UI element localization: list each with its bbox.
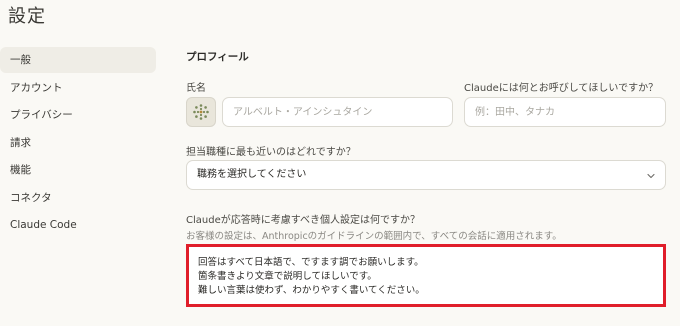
preferences-line: 難しい言葉は使わず、わかりやすく書いてください。 (198, 285, 425, 296)
sidebar-item-features[interactable]: 機能 (0, 157, 156, 183)
sidebar-item-account[interactable]: アカウント (0, 75, 156, 101)
nickname-input[interactable] (464, 97, 666, 127)
flower-avatar-icon (193, 104, 209, 120)
preferences-textarea[interactable]: 回答はすべて日本語で、ですます調でお願いします。 箇条書きより文章で説明してほし… (186, 244, 666, 307)
role-select-value: 職務を選択してください (197, 169, 307, 180)
preferences-label: Claudeが応答時に考慮すべき個人設定は何ですか？ (186, 215, 421, 226)
sidebar-item-general[interactable]: 一般 (0, 47, 156, 73)
full-name-input[interactable] (222, 97, 453, 127)
page-title: 設定 (8, 6, 46, 27)
chevron-down-icon (647, 173, 655, 179)
preferences-line: 箇条書きより文章で説明してほしいです。 (198, 271, 377, 282)
sidebar-item-connectors[interactable]: コネクタ (0, 185, 156, 211)
sidebar-item-billing[interactable]: 請求 (0, 130, 156, 156)
nickname-label: Claudeには何とお呼びしてほしいですか？ (464, 83, 659, 94)
preferences-line: 回答はすべて日本語で、ですます調でお願いします。 (198, 257, 424, 268)
sidebar-item-privacy[interactable]: プライバシー (0, 102, 156, 128)
role-label: 担当職種に最も近いのはどれですか？ (186, 147, 356, 158)
settings-page: 設定 一般 アカウント プライバシー 請求 機能 コネクタ Claude Cod… (0, 0, 680, 326)
full-name-label: 氏名 (186, 83, 206, 94)
settings-sidebar: 一般 アカウント プライバシー 請求 機能 コネクタ Claude Code (0, 47, 156, 240)
preferences-sublabel: お客様の設定は、Anthropicのガイドラインの範囲内で、すべての会話に適用さ… (186, 231, 562, 242)
role-select[interactable]: 職務を選択してください (186, 160, 666, 190)
avatar-button[interactable] (186, 97, 216, 127)
section-title-profile: プロフィール (186, 51, 249, 63)
sidebar-item-claude-code[interactable]: Claude Code (0, 212, 156, 238)
